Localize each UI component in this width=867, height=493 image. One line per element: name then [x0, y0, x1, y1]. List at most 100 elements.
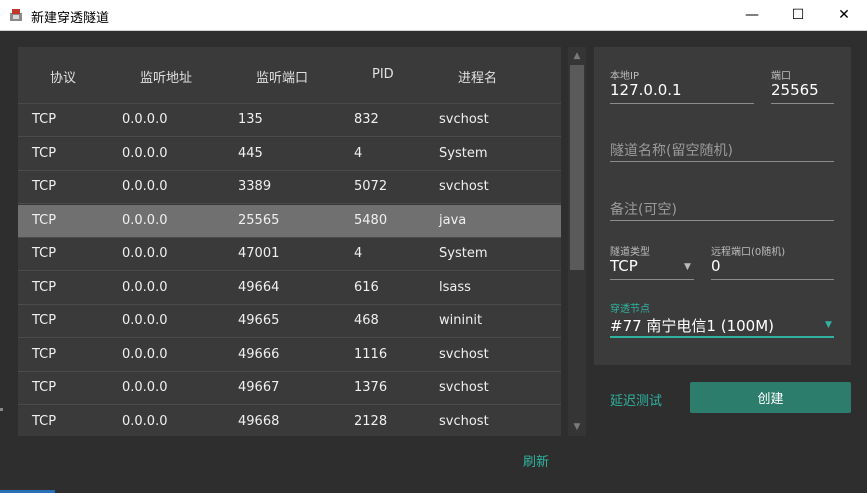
close-icon: ✕ [838, 7, 850, 23]
cell-listen-address: 0.0.0.0 [122, 145, 168, 161]
cell-listen-address: 0.0.0.0 [122, 279, 168, 295]
table-row[interactable]: TCP 0.0.0.0 49664 616 lsass [18, 271, 561, 305]
cell-listen-address: 0.0.0.0 [122, 380, 168, 395]
header-process-name[interactable]: 进程名 [458, 67, 497, 86]
tunnel-form: 本地IP 127.0.0.1 端口 25565 隧道名称(留空随机) 备注(可空… [594, 47, 851, 365]
maximize-button[interactable]: ☐ [775, 0, 821, 30]
table-header: 协议 监听地址 监听端口 PID 进程名 [18, 47, 561, 104]
header-protocol[interactable]: 协议 [50, 67, 76, 86]
maximize-icon: ☐ [791, 7, 805, 23]
tunnel-name-field[interactable]: 隧道名称(留空随机) [610, 140, 733, 160]
cell-listen-address: 0.0.0.0 [122, 246, 168, 261]
cell-pid: 4 [354, 145, 363, 161]
scrollbar-thumb[interactable] [570, 65, 584, 270]
cell-listen-port: 49664 [238, 279, 280, 295]
cell-listen-port: 25565 [238, 212, 280, 228]
cell-protocol: TCP [32, 179, 57, 194]
cell-protocol: TCP [32, 145, 57, 161]
minimize-icon: — [745, 7, 759, 23]
node-label: 穿透节点 [610, 304, 650, 315]
create-button[interactable]: 创建 [690, 382, 851, 413]
cell-pid: 4 [354, 246, 363, 261]
tunnel-name-underline [610, 161, 834, 162]
cell-listen-port: 49666 [238, 346, 280, 362]
app-icon [10, 9, 22, 21]
scroll-up-icon[interactable]: ▲ [568, 48, 586, 64]
create-button-label: 创建 [757, 392, 784, 407]
cell-pid: 1376 [354, 380, 388, 395]
note-underline [610, 220, 834, 221]
chevron-down-icon[interactable]: ▼ [684, 262, 691, 272]
tunnel-type-underline [610, 279, 694, 280]
port-underline [771, 103, 834, 104]
refresh-link[interactable]: 刷新 [523, 451, 549, 470]
local-ip-underline [610, 103, 754, 104]
cell-process-name: svchost [439, 346, 489, 362]
cell-process-name: svchost [439, 380, 489, 395]
tunnel-type-label: 隧道类型 [610, 247, 650, 258]
remote-port-field[interactable]: 0 [711, 257, 721, 275]
cell-listen-address: 0.0.0.0 [122, 212, 168, 228]
cell-listen-address: 0.0.0.0 [122, 313, 168, 328]
cell-protocol: TCP [32, 380, 57, 395]
table-row[interactable]: TCP 0.0.0.0 49665 468 wininit [18, 305, 561, 338]
cell-process-name: svchost [439, 179, 489, 194]
tunnel-type-select[interactable]: TCP [610, 257, 638, 275]
local-ip-label: 本地IP [610, 71, 639, 82]
header-listen-port[interactable]: 监听端口 [256, 67, 308, 86]
node-chevron-down-icon[interactable]: ▼ [825, 320, 832, 330]
close-button[interactable]: ✕ [821, 0, 867, 30]
cell-listen-port: 49667 [238, 380, 280, 395]
cell-listen-address: 0.0.0.0 [122, 179, 168, 194]
cell-listen-address: 0.0.0.0 [122, 413, 168, 429]
node-underline [610, 336, 834, 338]
port-table: 协议 监听地址 监听端口 PID 进程名 TCP 0.0.0.0 135 832 svc… [18, 47, 561, 436]
port-label: 端口 [771, 71, 791, 82]
cell-process-name: System [439, 246, 488, 261]
table-row[interactable]: TCP 0.0.0.0 49667 1376 svchost [18, 372, 561, 405]
cell-process-name: wininit [439, 313, 483, 328]
table-row[interactable]: TCP 0.0.0.0 49666 1116 svchost [18, 338, 561, 372]
cell-protocol: TCP [32, 212, 57, 228]
cell-protocol: TCP [32, 112, 57, 127]
window-title: 新建穿透隧道 [31, 11, 110, 26]
local-ip-field[interactable]: 127.0.0.1 [610, 81, 682, 99]
table-row[interactable]: TCP 0.0.0.0 445 4 System [18, 137, 561, 171]
cell-pid: 832 [354, 112, 379, 127]
remote-port-label: 远程端口(0随机) [711, 247, 786, 258]
cell-protocol: TCP [32, 246, 57, 261]
cell-listen-port: 445 [238, 145, 263, 161]
table-scrollbar[interactable]: ▲ ▼ [568, 47, 586, 436]
cell-process-name: svchost [439, 413, 489, 429]
node-select[interactable]: #77 南宁电信1 (100M) [610, 315, 774, 336]
cell-pid: 5072 [354, 179, 388, 194]
latency-test-link[interactable]: 延迟测试 [610, 390, 662, 409]
table-row[interactable]: TCP 0.0.0.0 49668 2128 svchost [18, 405, 561, 436]
cell-protocol: TCP [32, 346, 57, 362]
header-pid[interactable]: PID [372, 67, 394, 82]
cell-pid: 5480 [354, 212, 388, 228]
table-row[interactable]: TCP 0.0.0.0 3389 5072 svchost [18, 171, 561, 204]
cell-listen-address: 0.0.0.0 [122, 346, 168, 362]
minimize-button[interactable]: — [729, 0, 775, 30]
cell-process-name: java [439, 212, 467, 228]
note-field[interactable]: 备注(可空) [610, 199, 677, 219]
cell-listen-port: 135 [238, 112, 263, 127]
title-bar: 新建穿透隧道 — ☐ ✕ [0, 0, 867, 31]
cell-process-name: lsass [439, 279, 471, 295]
table-row[interactable]: TCP 0.0.0.0 47001 4 System [18, 238, 561, 271]
cell-listen-port: 49668 [238, 413, 280, 429]
cell-pid: 468 [354, 313, 379, 328]
port-field[interactable]: 25565 [771, 81, 819, 99]
table-row[interactable]: TCP 0.0.0.0 25565 5480 java [18, 204, 561, 238]
cell-protocol: TCP [32, 279, 57, 295]
cell-process-name: System [439, 145, 488, 161]
cell-protocol: TCP [32, 413, 57, 429]
edge-marker [0, 408, 3, 411]
scroll-down-icon[interactable]: ▼ [568, 419, 586, 435]
cell-protocol: TCP [32, 313, 57, 328]
table-row[interactable]: TCP 0.0.0.0 135 832 svchost [18, 104, 561, 137]
cell-listen-port: 3389 [238, 179, 272, 194]
cell-listen-port: 49665 [238, 313, 280, 328]
header-listen-address[interactable]: 监听地址 [140, 67, 192, 86]
